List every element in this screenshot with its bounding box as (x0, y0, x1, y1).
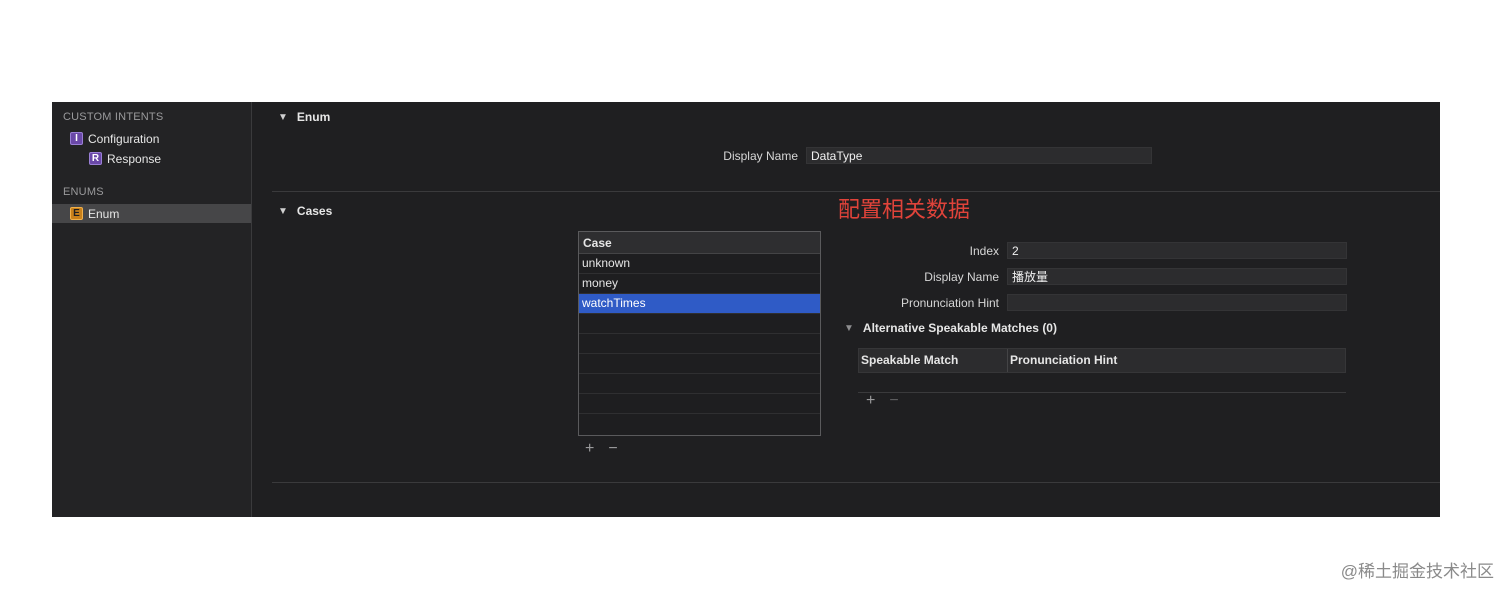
pronunciation-hint-field[interactable] (1007, 294, 1347, 311)
sidebar-section-custom-intents: CUSTOM INTENTS (63, 111, 164, 123)
table-row-empty (579, 334, 820, 354)
cases-add-remove-controls: + − (585, 440, 618, 458)
table-row[interactable]: money (579, 274, 820, 294)
enum-section-header[interactable]: ▼ Enum (278, 110, 330, 124)
case-display-name-label: Display Name (924, 270, 999, 284)
alt-speakable-header[interactable]: ▼ Alternative Speakable Matches (0) (844, 321, 1057, 335)
annotation-text: 配置相关数据 (838, 197, 971, 222)
cases-section-header[interactable]: ▼ Cases (278, 204, 332, 218)
section-divider (272, 482, 1440, 483)
speakable-match-table: Speakable Match Pronunciation Hint (858, 348, 1346, 373)
cases-table: Case unknown money watchTimes (578, 231, 821, 436)
display-name-label: Display Name (723, 149, 798, 163)
intent-editor-window: CUSTOM INTENTS I Configuration R Respons… (52, 102, 1440, 517)
watermark-text: @稀土掘金技术社区 (1340, 562, 1494, 581)
intent-badge-icon: I (70, 132, 83, 145)
pronunciation-hint-label: Pronunciation Hint (900, 296, 999, 310)
case-display-name-field[interactable]: 播放量 (1007, 268, 1347, 285)
table-row-empty (579, 354, 820, 374)
screenshot-stage: CUSTOM INTENTS I Configuration R Respons… (0, 0, 1512, 597)
section-title: Cases (296, 204, 333, 218)
index-field[interactable]: 2 (1007, 242, 1347, 259)
speakable-match-column[interactable]: Speakable Match (859, 349, 1008, 372)
remove-case-button[interactable]: − (608, 440, 617, 458)
cases-table-header[interactable]: Case (579, 232, 820, 254)
table-row-empty (579, 314, 820, 334)
sidebar: CUSTOM INTENTS I Configuration R Respons… (52, 102, 252, 517)
add-speakable-button[interactable]: + (866, 392, 875, 410)
speakable-table-divider (858, 392, 1346, 393)
pronunciation-hint-column[interactable]: Pronunciation Hint (1008, 349, 1345, 372)
enum-badge-icon: E (70, 207, 83, 220)
table-row-selected[interactable]: watchTimes (579, 294, 820, 314)
sidebar-item-enum[interactable]: E Enum (52, 204, 251, 223)
disclosure-triangle-icon[interactable]: ▼ (278, 206, 288, 217)
table-row-empty (579, 394, 820, 414)
sidebar-item-configuration[interactable]: I Configuration (70, 129, 159, 148)
sidebar-item-response[interactable]: R Response (89, 149, 161, 168)
sidebar-section-enums: ENUMS (63, 186, 104, 198)
table-row-empty (579, 374, 820, 394)
section-title: Enum (296, 110, 331, 124)
main-editor: ▼ Enum Display Name DataType ▼ Cases 配置相… (252, 102, 1440, 517)
remove-speakable-button[interactable]: − (889, 392, 898, 410)
sidebar-item-label: Enum (88, 206, 120, 221)
response-badge-icon: R (89, 152, 102, 165)
table-row-empty (579, 414, 820, 434)
add-case-button[interactable]: + (585, 440, 594, 458)
sidebar-item-label: Response (107, 151, 162, 166)
index-label: Index (969, 244, 999, 258)
alt-speakable-title: Alternative Speakable Matches (0) (862, 321, 1057, 335)
sidebar-item-label: Configuration (88, 131, 160, 146)
disclosure-triangle-icon[interactable]: ▼ (844, 323, 854, 334)
disclosure-triangle-icon[interactable]: ▼ (278, 112, 288, 123)
enum-display-name-field[interactable]: DataType (806, 147, 1152, 164)
table-row[interactable]: unknown (579, 254, 820, 274)
speakable-add-remove-controls: + − (866, 392, 899, 410)
